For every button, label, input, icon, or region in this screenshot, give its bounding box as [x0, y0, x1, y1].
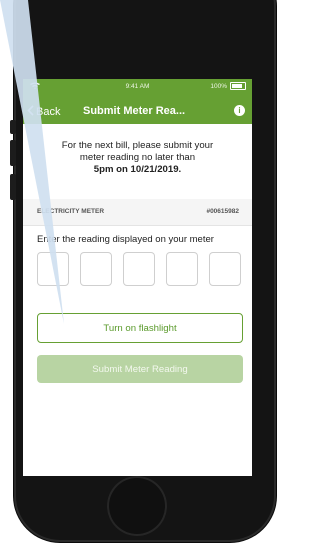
- digit-input-4[interactable]: [166, 252, 198, 286]
- meter-number: #00615982: [206, 208, 239, 215]
- app-screen: 9:41 AM 100% Back Submit Meter Rea... i …: [23, 79, 252, 476]
- top-bar: 9:41 AM 100% Back Submit Meter Rea... i: [23, 79, 252, 124]
- meter-row: ELECTRICITY METER #00615982: [23, 199, 252, 226]
- notice-line-1: For the next bill, please submit your: [61, 140, 214, 151]
- back-label: Back: [36, 106, 61, 118]
- battery-icon: [230, 82, 246, 90]
- flashlight-button[interactable]: Turn on flashlight: [37, 313, 243, 343]
- digit-input-3[interactable]: [123, 252, 155, 286]
- back-button[interactable]: Back: [27, 105, 60, 119]
- notice-line-2: meter reading no later than: [79, 152, 196, 163]
- volume-down-button: [10, 174, 16, 200]
- reading-prompt: Enter the reading displayed on your mete…: [37, 234, 214, 245]
- home-button[interactable]: [107, 476, 167, 536]
- status-battery: 100%: [210, 82, 246, 90]
- info-icon[interactable]: i: [234, 105, 245, 116]
- meter-label: ELECTRICITY METER: [37, 208, 105, 215]
- digit-input-2[interactable]: [80, 252, 112, 286]
- volume-up-button: [10, 140, 16, 166]
- digit-input-1[interactable]: [37, 252, 69, 286]
- mute-switch: [10, 120, 16, 134]
- digit-input-5[interactable]: [209, 252, 241, 286]
- battery-percent: 100%: [210, 82, 227, 90]
- submit-reading-button[interactable]: Submit Meter Reading: [37, 355, 243, 383]
- deadline-notice: For the next bill, please submit your me…: [41, 140, 234, 176]
- chevron-left-icon: [27, 105, 34, 119]
- page-title: Submit Meter Rea...: [83, 105, 186, 117]
- notice-deadline: 5pm on 10/21/2019.: [93, 164, 182, 175]
